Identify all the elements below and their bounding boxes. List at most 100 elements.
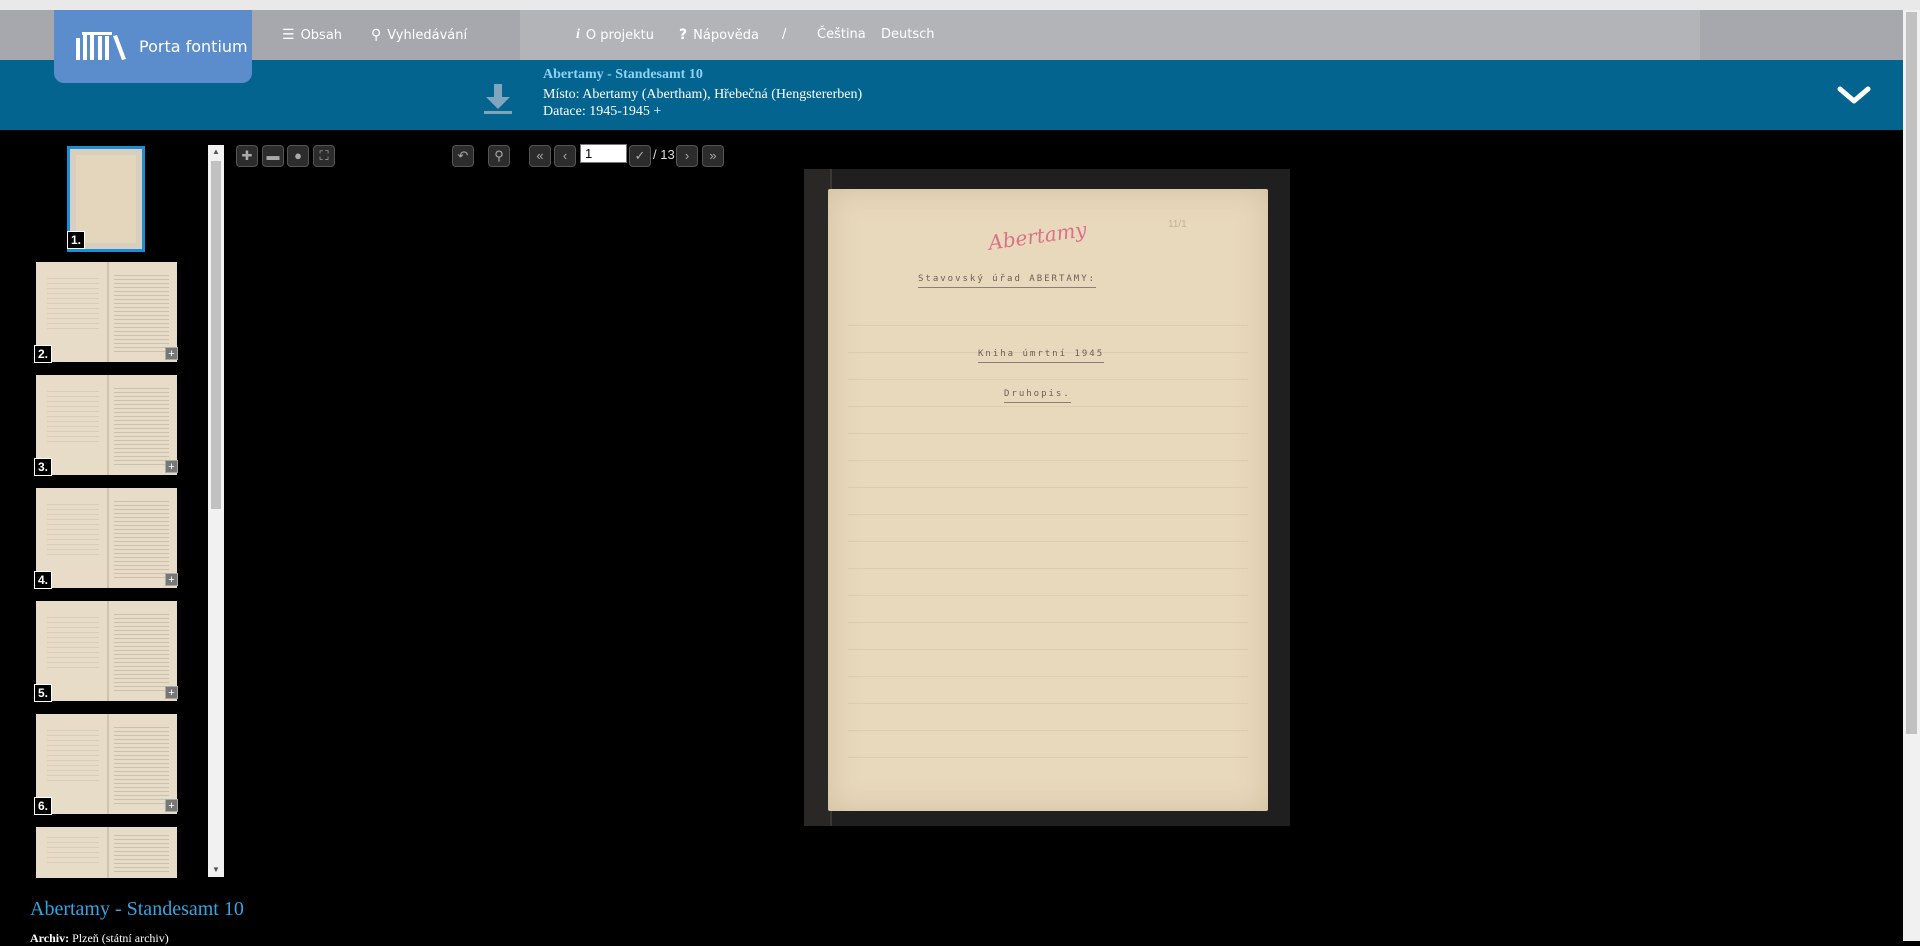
home-button[interactable]: ●	[287, 145, 309, 167]
page-fold	[106, 375, 109, 475]
first-page-button[interactable]: «	[529, 145, 551, 167]
go-to-page-button[interactable]: ✓	[629, 145, 651, 167]
nav-help-label: Nápověda	[693, 27, 759, 43]
thumbnail-number: 3.	[34, 458, 53, 476]
search-icon: ⚲	[371, 27, 382, 43]
record-date: Datace: 1945-1945 +	[543, 104, 662, 119]
lock-icon: ⚲	[494, 148, 504, 163]
thumbnail-expand-button[interactable]: +	[165, 573, 178, 586]
page-text-right	[113, 611, 169, 691]
page-corner-mark: 11/1	[1168, 219, 1187, 230]
double-chevron-right-icon: »	[709, 148, 717, 163]
window-scrollbar[interactable]	[1903, 10, 1920, 941]
chevron-down-icon[interactable]	[1837, 85, 1871, 105]
page-text-right	[113, 272, 169, 352]
nav-search-label: Vyhledávání	[387, 27, 468, 43]
double-chevron-left-icon: «	[536, 148, 544, 163]
nav-separator: /	[782, 27, 787, 42]
thumbnail-scrollbar[interactable]: ▲ ▼	[208, 145, 224, 877]
last-page-button[interactable]: »	[702, 145, 724, 167]
page-fold	[106, 714, 109, 814]
thumbnail-expand-button[interactable]: +	[165, 460, 178, 473]
top-navigation: Porta fontium ☰ Obsah ⚲ Vyhledávání i O …	[0, 10, 1903, 83]
document-heading: Stavovský úřad ABERTAMY:	[918, 274, 1097, 288]
page-fold	[106, 601, 109, 701]
thumbnail-page	[76, 155, 136, 243]
page-text-left	[47, 613, 100, 671]
next-page-button[interactable]: ›	[676, 145, 698, 167]
thumbnail-expand-button[interactable]: +	[165, 686, 178, 699]
nav-search[interactable]: ⚲ Vyhledávání	[371, 27, 467, 43]
minus-icon: ▬	[266, 148, 280, 163]
thumbnail-expand-button[interactable]: +	[165, 799, 178, 812]
chevron-left-icon: ‹	[562, 148, 568, 163]
plus-icon: ✚	[241, 148, 253, 163]
dot-icon: ●	[294, 148, 302, 163]
lang-german[interactable]: Deutsch	[881, 27, 935, 42]
download-icon[interactable]	[484, 84, 512, 114]
previous-page-button[interactable]: ‹	[554, 145, 576, 167]
nav-contents[interactable]: ☰ Obsah	[282, 27, 342, 43]
page-ruling	[848, 299, 1248, 771]
page-text-right	[113, 385, 169, 465]
thumbnail-expand-button[interactable]: +	[165, 347, 178, 360]
footer-title: Abertamy - Standesamt 10	[30, 898, 244, 920]
lock-button[interactable]: ⚲	[488, 145, 510, 167]
fullscreen-button[interactable]: ⛶	[313, 145, 335, 167]
thumbnail-number: 6.	[34, 797, 53, 815]
page-text-left	[47, 726, 100, 784]
thumbnail-number: 2.	[34, 345, 53, 363]
thumbnail-7[interactable]	[36, 827, 177, 878]
logo[interactable]: Porta fontium	[54, 10, 252, 83]
lang-czech[interactable]: Čeština	[817, 27, 866, 42]
page-fold	[106, 827, 109, 878]
record-title: Abertamy - Standesamt 10	[543, 67, 703, 82]
nav-about[interactable]: i O projektu	[576, 27, 654, 43]
thumbnail-4[interactable]	[36, 488, 177, 588]
handwritten-stamp: Abertamy	[986, 217, 1089, 255]
page-text-left	[47, 833, 100, 863]
nav-help[interactable]: ? Nápověda	[679, 27, 759, 43]
record-info-bar: Abertamy - Standesamt 10 Místo: Abertamy…	[0, 60, 1903, 130]
page-text-left	[47, 274, 100, 332]
page-text-left	[47, 387, 100, 445]
page-fold	[106, 262, 109, 362]
zoom-out-button[interactable]: ▬	[262, 145, 284, 167]
document-page: Abertamy 11/1 Stavovský úřad ABERTAMY: K…	[828, 189, 1268, 811]
thumbnail-2[interactable]	[36, 262, 177, 362]
page-text-right	[113, 724, 169, 804]
rotate-button[interactable]: ↶	[452, 145, 474, 167]
scroll-down-arrow-icon[interactable]: ▼	[208, 863, 224, 877]
chevron-right-icon: ›	[684, 148, 690, 163]
thumbnail-3[interactable]	[36, 375, 177, 475]
archive-label: Archiv:	[30, 931, 70, 945]
thumbnail-panel: 1. 2. + 3. + 4. + 5. + 6. +	[0, 140, 225, 878]
page-fold	[106, 488, 109, 588]
thumbnail-6[interactable]	[36, 714, 177, 814]
document-image[interactable]: Abertamy 11/1 Stavovský úřad ABERTAMY: K…	[804, 169, 1290, 826]
document-duplicate-label: Druhopis.	[1004, 389, 1071, 403]
info-icon: i	[576, 27, 580, 42]
page-text-right	[113, 832, 169, 873]
fullscreen-icon: ⛶	[319, 148, 329, 163]
nav-contents-label: Obsah	[300, 27, 343, 43]
record-place: Místo: Abertamy (Abertham), Hřebečná (He…	[543, 87, 863, 102]
archive-value: Plzeň (státní archiv)	[72, 931, 169, 945]
help-icon: ?	[679, 27, 688, 43]
zoom-in-button[interactable]: ✚	[236, 145, 258, 167]
page-text-right	[113, 498, 169, 578]
scroll-up-arrow-icon[interactable]: ▲	[208, 145, 224, 159]
thumbnail-5[interactable]	[36, 601, 177, 701]
page-number-input[interactable]	[580, 144, 627, 163]
window-scrollbar-thumb[interactable]	[1906, 12, 1917, 734]
thumbnail-number: 5.	[34, 684, 53, 702]
page-text-left	[47, 500, 100, 558]
thumbnail-number: 4.	[34, 571, 53, 589]
check-icon: ✓	[634, 148, 646, 163]
logo-text: Porta fontium	[139, 37, 248, 56]
thumbnail-number: 1.	[67, 231, 86, 249]
document-book-title: Kniha úmrtní 1945	[978, 349, 1105, 363]
thumbnail-scrollbar-thumb[interactable]	[211, 161, 221, 509]
logo-books-icon	[76, 32, 126, 60]
page-total: / 13	[653, 147, 675, 162]
